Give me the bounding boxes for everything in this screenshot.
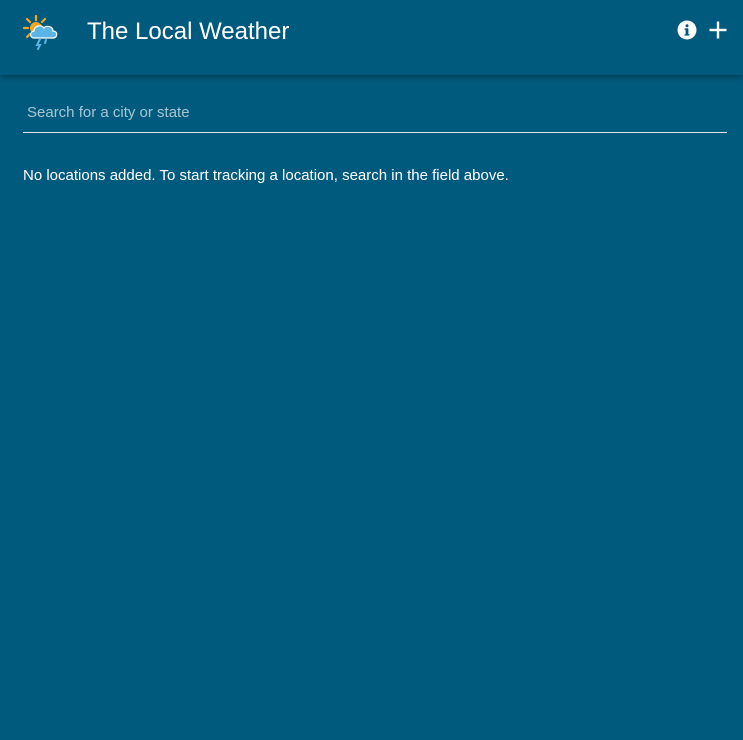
info-icon — [677, 20, 697, 45]
plus-icon — [708, 20, 728, 45]
info-button[interactable] — [674, 19, 700, 45]
add-location-button[interactable] — [705, 19, 731, 45]
empty-locations-message: No locations added. To start tracking a … — [23, 167, 509, 184]
app-header: The Local Weather — [0, 0, 743, 75]
search-input[interactable] — [23, 94, 727, 130]
search-field — [23, 94, 727, 133]
app-title: The Local Weather — [87, 18, 290, 45]
weather-sun-cloud-rain-icon — [22, 14, 62, 50]
app-root: The Local Weather No — [0, 0, 743, 740]
